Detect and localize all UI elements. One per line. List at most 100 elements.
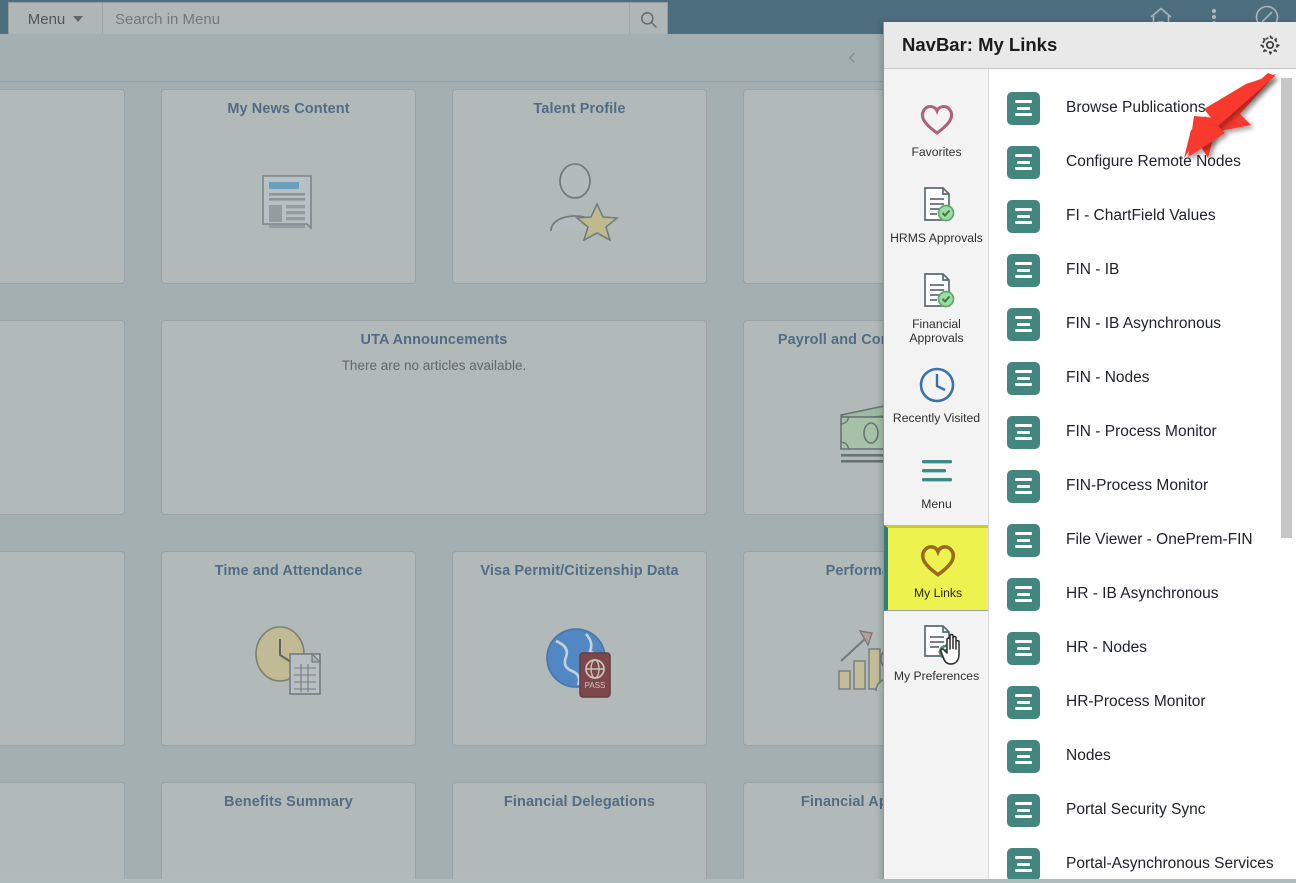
search-icon (639, 10, 658, 29)
rail-item-favorites[interactable]: Favorites (884, 87, 989, 173)
rail-item-hrms-approvals[interactable]: HRMS Approvals (884, 173, 989, 259)
list-item-file-viewer-oneprem-fin[interactable]: File Viewer - OnePrem-FIN (1007, 513, 1296, 567)
list-item-hr-nodes[interactable]: HR - Nodes (1007, 621, 1296, 675)
tile-icon (0, 101, 124, 283)
navbar-panel-header: NavBar: My Links (884, 22, 1296, 69)
list-tile-icon (1007, 254, 1040, 287)
globe-passport-icon: PASS (453, 579, 706, 745)
list-item-fin-ib[interactable]: FIN - IB (1007, 243, 1296, 297)
list-item-label: FIN - Nodes (1066, 369, 1150, 387)
list-tile-icon (1007, 524, 1040, 557)
heart-icon (917, 97, 957, 141)
list-tile-icon (1007, 470, 1040, 503)
list-tile-icon (1007, 686, 1040, 719)
tile-financial-delegations[interactable]: Financial Delegations (452, 782, 707, 883)
clock-sheet-icon (162, 579, 415, 745)
list-item-label: HR - Nodes (1066, 639, 1147, 657)
list-item-fin-ib-asynchronous[interactable]: FIN - IB Asynchronous (1007, 297, 1296, 351)
menu-dropdown-label: Menu (28, 11, 66, 28)
rail-item-label: HRMS Approvals (890, 232, 983, 246)
menu-dropdown-button[interactable]: Menu (9, 3, 103, 35)
list-item-hr-process-monitor[interactable]: HR-Process Monitor (1007, 675, 1296, 729)
tile-benefits-summary[interactable]: Benefits Summary (161, 782, 416, 883)
list-tile-icon (1007, 146, 1040, 179)
list-item-fin-nodes[interactable]: FIN - Nodes (1007, 351, 1296, 405)
my-links-list: Browse Publications Configure Remote Nod… (989, 69, 1296, 883)
tile-partial-left-2[interactable] (0, 320, 125, 515)
newspaper-icon (162, 117, 415, 283)
search-button[interactable] (629, 3, 667, 35)
list-item-label: HR-Process Monitor (1066, 693, 1206, 711)
list-item-label: FIN - Process Monitor (1066, 423, 1217, 441)
clock-icon (917, 363, 957, 407)
tile-partial-left-3[interactable] (0, 551, 125, 746)
list-item-label: FIN-Process Monitor (1066, 477, 1208, 495)
person-star-icon (453, 117, 706, 283)
list-item-label: Portal Security Sync (1066, 801, 1206, 819)
navbar-rail: Favorites (884, 69, 989, 883)
list-item-fin-process-monitor[interactable]: FIN - Process Monitor (1007, 405, 1296, 459)
list-tile-icon (1007, 308, 1040, 341)
menu-search-bar: Menu (8, 2, 668, 36)
rail-item-label: Menu (921, 498, 952, 512)
bottom-edge (0, 879, 1296, 883)
tile-title: My News Content (227, 101, 349, 117)
list-tile-icon (1007, 632, 1040, 665)
tile-title: UTA Announcements (361, 332, 508, 348)
list-item-fin-process-monitor-alt[interactable]: FIN-Process Monitor (1007, 459, 1296, 513)
rail-item-menu[interactable]: Menu (884, 439, 989, 525)
prev-page-arrow[interactable]: ‹ (848, 46, 866, 70)
scrollbar-thumb[interactable] (1281, 78, 1292, 538)
list-tile-icon (1007, 200, 1040, 233)
navbar-panel-title: NavBar: My Links (902, 34, 1258, 56)
document-check-icon (916, 269, 958, 313)
tile-title: Benefits Summary (224, 794, 353, 810)
list-item-label: FIN - IB (1066, 261, 1119, 279)
list-item-portal-security-sync[interactable]: Portal Security Sync (1007, 783, 1296, 837)
list-item-fi-chartfield-values[interactable]: FI - ChartField Values (1007, 189, 1296, 243)
rail-item-label: Recently Visited (893, 412, 980, 426)
list-tile-icon (1007, 362, 1040, 395)
rail-item-my-links[interactable]: My Links (884, 525, 989, 611)
navbar-list-scrollbar[interactable] (1280, 69, 1293, 883)
list-item-browse-publications[interactable]: Browse Publications (1007, 81, 1296, 135)
list-tile-icon (1007, 416, 1040, 449)
tile-uta-announcements[interactable]: UTA Announcements There are no articles … (161, 320, 707, 515)
chevron-down-icon (73, 16, 83, 22)
rail-item-financial-approvals[interactable]: Financial Approvals (884, 259, 989, 353)
tile-title: Visa Permit/Citizenship Data (480, 563, 678, 579)
navbar-panel: NavBar: My Links (883, 22, 1296, 883)
document-check-icon (916, 183, 958, 227)
search-input[interactable] (103, 3, 629, 35)
app-root: Menu (0, 0, 1296, 883)
list-item-configure-remote-nodes[interactable]: Configure Remote Nodes (1007, 135, 1296, 189)
tile-time-and-attendance[interactable]: Time and Attendance (161, 551, 416, 746)
heart-icon (917, 538, 959, 582)
list-item-portal-asynchronous-services[interactable]: Portal-Asynchronous Services (1007, 837, 1296, 883)
rail-item-my-preferences[interactable]: My Preferences (884, 611, 989, 697)
list-tile-icon (1007, 794, 1040, 827)
tile-title: Time and Attendance (215, 563, 363, 579)
list-tile-icon (1007, 578, 1040, 611)
navbar-panel-body: Favorites (884, 69, 1296, 883)
tile-subtitle: There are no articles available. (342, 358, 527, 373)
list-item-label: Nodes (1066, 747, 1111, 765)
personalize-button[interactable] (1258, 33, 1282, 57)
tile-partial-left[interactable] (0, 89, 125, 284)
list-item-label: File Viewer - OnePrem-FIN (1066, 531, 1253, 549)
tile-title: Talent Profile (533, 101, 625, 117)
list-tile-icon (1007, 92, 1040, 125)
tile-my-news-content[interactable]: My News Content (161, 89, 416, 284)
list-item-hr-ib-asynchronous[interactable]: HR - IB Asynchronous (1007, 567, 1296, 621)
list-item-label: Portal-Asynchronous Services (1066, 855, 1274, 873)
rail-item-recently-visited[interactable]: Recently Visited (884, 353, 989, 439)
tile-partial-left-4[interactable] (0, 782, 125, 883)
list-item-label: FIN - IB Asynchronous (1066, 315, 1221, 333)
list-tile-icon (1007, 740, 1040, 773)
list-tile-icon (1007, 848, 1040, 881)
list-item-nodes[interactable]: Nodes (1007, 729, 1296, 783)
rail-item-label: Financial Approvals (886, 318, 987, 345)
list-item-label: Browse Publications (1066, 99, 1206, 117)
tile-talent-profile[interactable]: Talent Profile (452, 89, 707, 284)
tile-visa-permit-citizenship-data[interactable]: Visa Permit/Citizenship Data PASS (452, 551, 707, 746)
